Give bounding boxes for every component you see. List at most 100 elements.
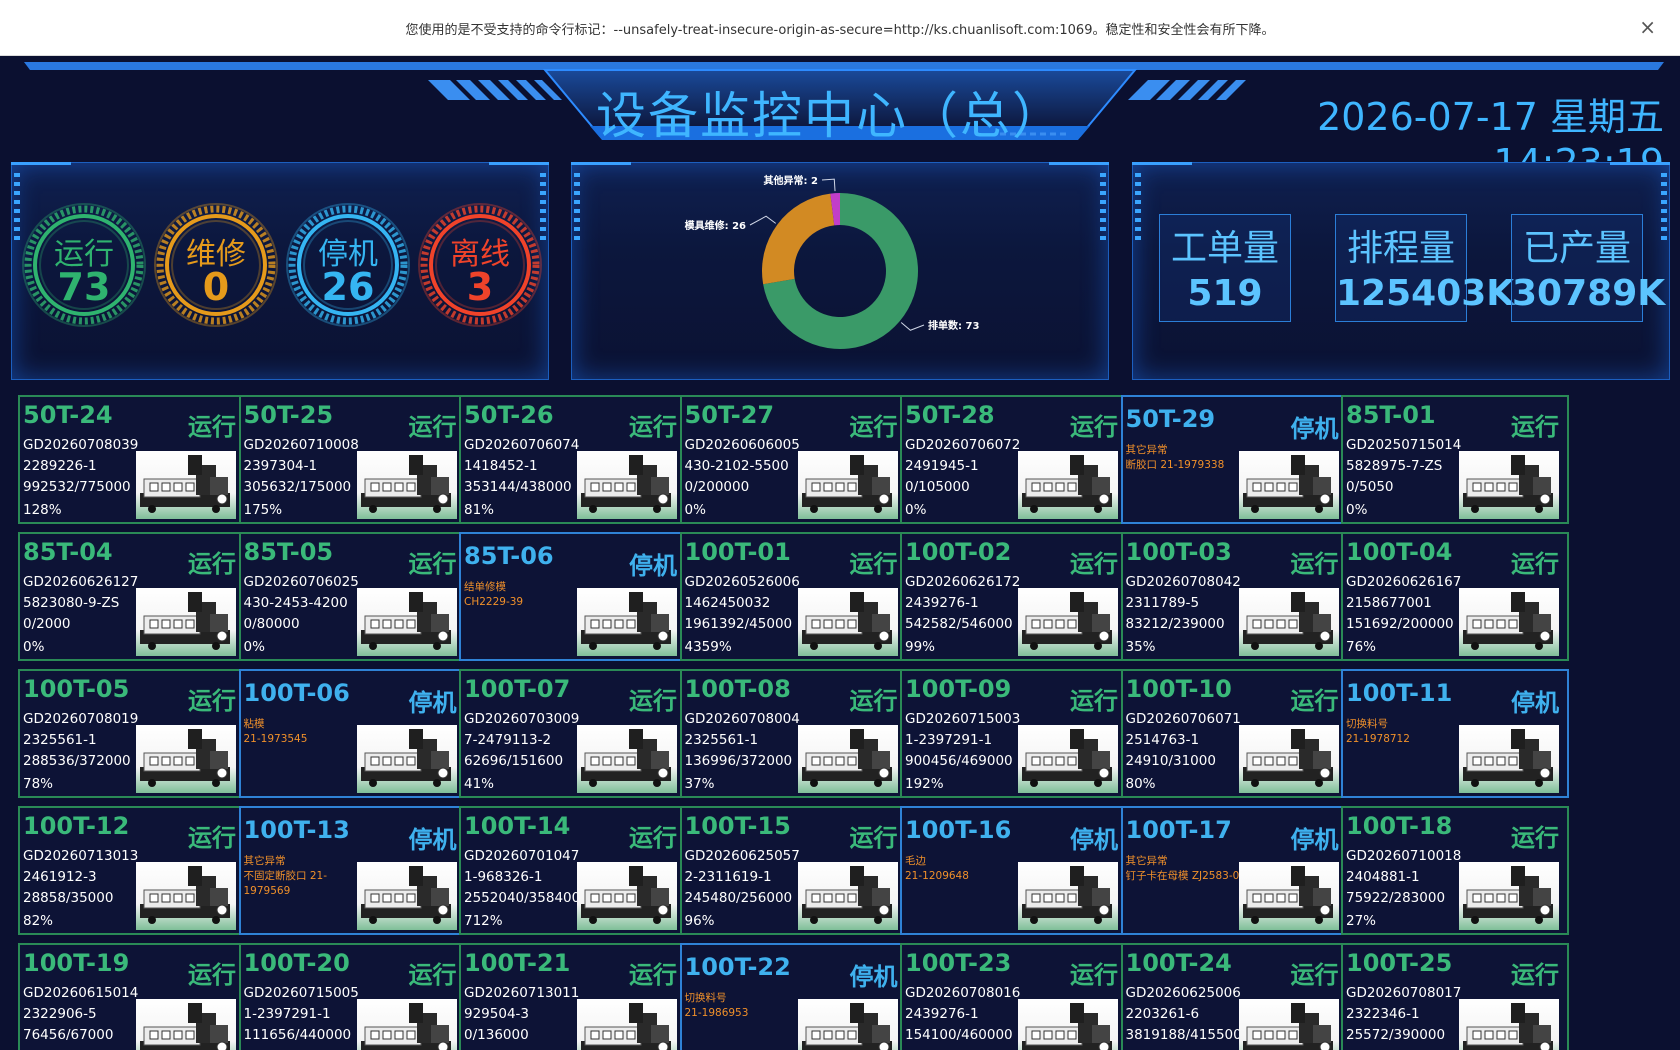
part-number: 2491945-1	[905, 458, 979, 474]
machine-card[interactable]: 100T-13 停机 其它异常 不固定断胶口 21-1979569	[238, 806, 467, 935]
injection-machine-image	[360, 592, 451, 650]
machine-card[interactable]: 50T-29 停机 其它异常 断胶口 21-1979338	[1120, 395, 1349, 524]
machine-card[interactable]: 100T-01 运行 GD20260526006 1462450032 1961392/…	[679, 532, 908, 661]
machine-card[interactable]: 100T-21 运行 GD20260713011 929504-3 0/136000	[459, 943, 687, 1050]
machine-name: 100T-06	[243, 679, 350, 707]
machine-card[interactable]: 100T-19 运行 GD20260615014 2322906-5 76456/670…	[18, 943, 246, 1050]
machine-card[interactable]: 50T-26 运行 GD20260706074 1418452-1 353144/438…	[459, 395, 687, 524]
status-donut-chart: 排单数: 73 模具维修: 26 其他异常: 2	[685, 174, 979, 349]
part-number: 2461912-3	[23, 869, 97, 885]
part-number: 2397304-1	[243, 458, 318, 474]
machine-status: 运行	[408, 413, 457, 441]
machine-status: 运行	[1511, 824, 1559, 852]
machine-card[interactable]: 100T-18 运行 GD20260710018 2404881-1 75922/283…	[1341, 806, 1569, 935]
work-order-number: GD20260701047	[464, 848, 580, 864]
injection-machine-image	[360, 1003, 451, 1050]
machine-image	[577, 451, 677, 519]
machine-card[interactable]: 100T-06 停机 粘模 21-1973545	[238, 669, 467, 798]
output-quantity: 0/136000	[464, 1027, 529, 1043]
machine-card[interactable]: 100T-10 运行 GD20260706071 2514763-1 24910/310…	[1120, 669, 1349, 798]
part-number: 2439276-1	[905, 595, 979, 611]
machine-name: 100T-17	[1125, 816, 1232, 844]
work-order-number: GD20260703009	[464, 711, 580, 727]
machine-status: 停机	[408, 826, 457, 854]
fault-detail: CH2229-39	[464, 596, 524, 608]
machine-card[interactable]: 100T-08 运行 GD20260708004 2325561-1 136996/37…	[679, 669, 908, 798]
machine-status: 运行	[849, 413, 898, 441]
machine-card[interactable]: 100T-07 运行 GD20260703009 7-2479113-2 62696/1…	[459, 669, 687, 798]
output-quantity: 1961392/45000	[684, 616, 793, 632]
machine-name: 100T-13	[243, 816, 350, 844]
output-quantity: 245480/256000	[684, 890, 793, 906]
machine-image	[356, 999, 457, 1050]
slice-label: 排单数: 73	[928, 319, 979, 332]
machine-name: 100T-16	[905, 816, 1012, 844]
fault-reason: 粘模	[243, 718, 265, 730]
machine-name: 100T-22	[684, 953, 791, 981]
output-quantity: 0/200000	[684, 479, 750, 495]
machine-card[interactable]: 100T-20 运行 GD20260715005 1-2397291-1 111656/…	[238, 943, 467, 1050]
machine-status: 停机	[1070, 826, 1118, 854]
donut-slice[interactable]	[762, 193, 835, 285]
machine-image	[136, 588, 236, 656]
fault-reason: 其它异常	[1125, 444, 1168, 456]
machine-status: 运行	[1290, 961, 1339, 989]
machine-card[interactable]: 100T-22 停机 切换料号 21-1986953	[679, 943, 908, 1050]
machine-card[interactable]: 85T-05 运行 GD20260706025 430-2453-4200 0/8000…	[238, 532, 467, 661]
machine-card[interactable]: 100T-23 运行 GD20260708016 2439276-1 154100/46…	[900, 943, 1128, 1050]
completion-percent: 0%	[23, 639, 45, 655]
machine-card[interactable]: 50T-24 运行 GD20260708039 2289226-1 992532/775…	[18, 395, 246, 524]
machine-card[interactable]: 100T-15 运行 GD20260625057 2-2311619-1 245480/…	[679, 806, 908, 935]
work-order-number: GD20260626167	[1346, 574, 1462, 590]
machine-card[interactable]: 100T-02 运行 GD20260626172 2439276-1 542582/54…	[900, 532, 1128, 661]
machine-status: 运行	[629, 961, 677, 989]
machine-card[interactable]: 100T-25 运行 GD20260708017 2322346-1 25572/390…	[1341, 943, 1569, 1050]
injection-machine-image	[801, 729, 892, 787]
work-order-number: GD20260708042	[1125, 574, 1241, 590]
machine-name: 100T-09	[905, 675, 1012, 703]
machine-card[interactable]: 50T-25 运行 GD20260710008 2397304-1 305632/175…	[238, 395, 467, 524]
dial-count: 0	[202, 265, 230, 309]
machine-card[interactable]: 100T-04 运行 GD20260626167 2158677001 151692/2…	[1341, 532, 1569, 661]
machine-image	[797, 725, 898, 793]
injection-machine-image	[140, 455, 230, 513]
machine-card[interactable]: 100T-03 运行 GD20260708042 2311789-5 83212/239…	[1120, 532, 1349, 661]
machine-card[interactable]: 100T-11 停机 切换料号 21-1978712	[1341, 669, 1569, 798]
work-order-number: GD20260708017	[1346, 985, 1462, 1001]
machine-image	[577, 588, 677, 656]
injection-machine-image	[1022, 592, 1112, 650]
machine-card[interactable]: 100T-24 运行 GD20260625006 2203261-6 3819188/4…	[1120, 943, 1349, 1050]
machine-image	[136, 451, 236, 519]
machine-card[interactable]: 85T-01 运行 GD20250715014 5828975-7-ZS 0/5050 0…	[1341, 395, 1569, 524]
fault-reason: 其它异常	[243, 855, 286, 867]
completion-percent: 99%	[905, 639, 936, 655]
part-number: 2322346-1	[1346, 1006, 1420, 1022]
dial-count: 73	[57, 265, 111, 309]
injection-machine-image	[801, 455, 892, 513]
machine-status: 运行	[629, 413, 677, 441]
machine-status: 运行	[188, 413, 236, 441]
machine-card[interactable]: 100T-17 停机 其它异常 钉子卡在母模 ZJ2583-08	[1120, 806, 1349, 935]
machine-status: 运行	[629, 687, 677, 715]
completion-percent: 0%	[684, 502, 706, 518]
part-number: 2322906-5	[23, 1006, 97, 1022]
close-icon[interactable]: ×	[1639, 16, 1656, 38]
machine-name: 100T-20	[243, 949, 350, 977]
part-number: 2439276-1	[905, 1006, 979, 1022]
output-quantity: 992532/775000	[23, 479, 131, 495]
output-quantity: 2552040/358400	[464, 890, 581, 906]
machine-card[interactable]: 85T-04 运行 GD20260626127 5823080-9-ZS 0/2000 0…	[18, 532, 246, 661]
machine-name: 100T-25	[1346, 949, 1453, 977]
injection-machine-image	[1242, 455, 1333, 513]
machine-name: 100T-01	[684, 538, 791, 566]
machine-card[interactable]: 100T-12 运行 GD20260713013 2461912-3 28858/350…	[18, 806, 246, 935]
machine-card[interactable]: 100T-09 运行 GD20260715003 1-2397291-1 900456/…	[900, 669, 1128, 798]
work-order-number: GD20260706025	[243, 574, 359, 590]
completion-percent: 175%	[243, 502, 283, 518]
machine-card[interactable]: 100T-14 运行 GD20260701047 1-968326-1 2552040/…	[459, 806, 687, 935]
machine-card[interactable]: 85T-06 停机 结单修模 CH2229-39	[459, 532, 687, 661]
machine-card[interactable]: 100T-16 停机 毛边 21-1209648	[900, 806, 1128, 935]
machine-card[interactable]: 50T-28 运行 GD20260706072 2491945-1 0/105000 0%	[900, 395, 1128, 524]
machine-card[interactable]: 100T-05 运行 GD20260708019 2325561-1 288536/37…	[18, 669, 246, 798]
machine-card[interactable]: 50T-27 运行 GD20260606005 430-2102-5500 0/2000…	[679, 395, 908, 524]
